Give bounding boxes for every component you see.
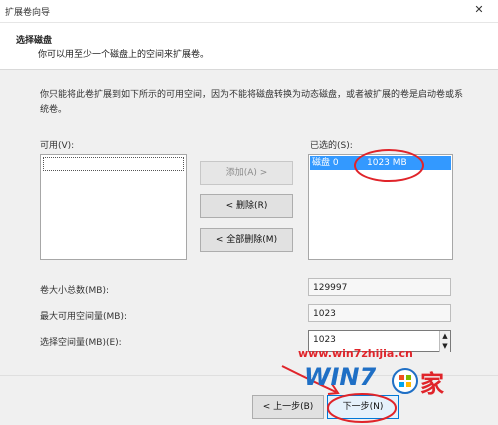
select-space-value: 1023 (313, 335, 336, 345)
remove-button[interactable]: < 删除(R) (200, 194, 293, 218)
max-space-field: 1023 (308, 304, 451, 322)
page-subtitle: 你可以用至少一个磁盘上的空间来扩展卷。 (38, 50, 210, 60)
max-space-label: 最大可用空间量(MB): (40, 312, 127, 322)
watermark-url: www.win7zhijia.cn (298, 347, 413, 360)
page-title: 选择磁盘 (16, 36, 53, 46)
add-button[interactable]: 添加(A) > (200, 161, 293, 185)
title-bar: 扩展卷向导 ✕ (0, 0, 498, 23)
windows-logo-icon (392, 368, 418, 394)
available-label: 可用(V): (40, 141, 75, 151)
total-size-label: 卷大小总数(MB): (40, 286, 109, 296)
description-text: 你只能将此卷扩展到如下所示的可用空间，因为不能将磁盘转换为动态磁盘，或者被扩展的… (40, 90, 464, 115)
watermark-brand-suffix: 家 (420, 370, 444, 398)
total-size-field: 129997 (308, 278, 451, 296)
select-space-label: 选择空间量(MB)(E): (40, 338, 122, 348)
window-title: 扩展卷向导 (5, 8, 51, 18)
spin-down-icon[interactable]: ▼ (439, 341, 450, 352)
remove-all-button[interactable]: < 全部删除(M) (200, 228, 293, 252)
disk-name: 磁盘 0 (312, 158, 339, 168)
wizard-header: 选择磁盘 你可以用至少一个磁盘上的空间来扩展卷。 (0, 23, 498, 70)
annotation-circle (354, 149, 424, 182)
watermark-brand-text: WIN7 (304, 363, 377, 391)
close-icon[interactable]: ✕ (472, 3, 486, 17)
watermark-brand: WIN7 (304, 363, 376, 391)
focus-rect (43, 157, 184, 171)
selected-label: 已选的(S): (310, 141, 353, 151)
available-listbox[interactable] (40, 154, 187, 260)
